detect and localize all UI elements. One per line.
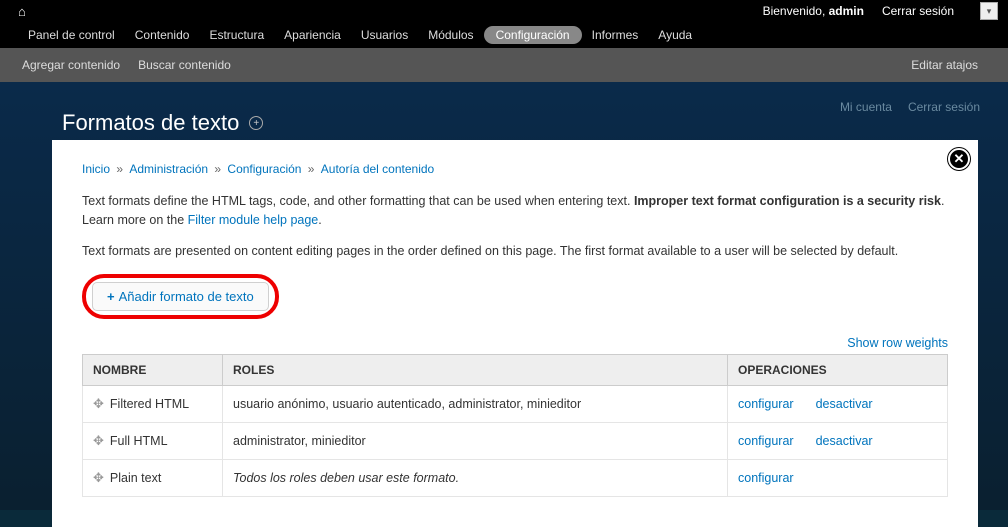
plus-icon: + xyxy=(107,289,115,304)
format-name: Plain text xyxy=(110,471,161,485)
format-roles: Todos los roles deben usar este formato. xyxy=(223,460,728,497)
close-icon[interactable]: ✕ xyxy=(948,148,970,170)
desactivar-link[interactable]: desactivar xyxy=(816,434,873,448)
show-row-weights-link[interactable]: Show row weights xyxy=(847,336,948,350)
logout-link[interactable]: Cerrar sesión xyxy=(882,4,954,18)
table-row: ✥ Filtered HTML usuario anónimo, usuario a… xyxy=(83,386,948,423)
menu-item-ayuda[interactable]: Ayuda xyxy=(648,23,702,47)
admin-menu: Panel de controlContenidoEstructuraApari… xyxy=(18,22,998,48)
chevron-down-icon[interactable]: ▾ xyxy=(980,2,998,20)
breadcrumb-link[interactable]: Autoría del contenido xyxy=(321,162,434,176)
filter-help-link[interactable]: Filter module help page xyxy=(188,213,319,227)
breadcrumb-link[interactable]: Administración xyxy=(129,162,208,176)
shortcut-bar: Agregar contenido Buscar contenido Edita… xyxy=(0,48,1008,82)
col-header-name: NOMBRE xyxy=(83,355,223,386)
plus-icon[interactable]: + xyxy=(249,116,263,130)
menu-item-apariencia[interactable]: Apariencia xyxy=(274,23,351,47)
account-links: Mi cuenta Cerrar sesión xyxy=(840,100,980,114)
menu-item-estructura[interactable]: Estructura xyxy=(199,23,274,47)
desactivar-link[interactable]: desactivar xyxy=(816,397,873,411)
col-header-roles: ROLES xyxy=(223,355,728,386)
menu-item-módulos[interactable]: Módulos xyxy=(418,23,483,47)
format-roles: administrator, minieditor xyxy=(223,423,728,460)
menu-item-configuración[interactable]: Configuración xyxy=(484,26,582,44)
configurar-link[interactable]: configurar xyxy=(738,434,794,448)
breadcrumb-separator: » xyxy=(113,162,126,176)
drag-handle-icon[interactable]: ✥ xyxy=(93,396,104,411)
edit-shortcuts-link[interactable]: Editar atajos xyxy=(911,58,978,72)
breadcrumb-separator: » xyxy=(211,162,224,176)
admin-toolbar: ⌂ Bienvenido, admin Cerrar sesión ▾ Pane… xyxy=(0,0,1008,48)
intro-paragraph-2: Text formats are presented on content ed… xyxy=(82,242,948,261)
table-row: ✥ Plain text Todos los roles deben usar es… xyxy=(83,460,948,497)
add-text-format-button[interactable]: +Añadir formato de texto xyxy=(92,282,269,311)
add-content-link[interactable]: Agregar contenido xyxy=(22,58,120,72)
breadcrumb-separator: » xyxy=(304,162,317,176)
my-account-link[interactable]: Mi cuenta xyxy=(840,100,892,114)
account-logout-link[interactable]: Cerrar sesión xyxy=(908,100,980,114)
page-title: Formatos de texto xyxy=(62,110,239,136)
home-icon[interactable]: ⌂ xyxy=(18,4,26,19)
highlight-annotation: +Añadir formato de texto xyxy=(82,274,279,319)
text-formats-table: NOMBRE ROLES OPERACIONES ✥ Filtered HTML u… xyxy=(82,354,948,497)
overlay-content: Inicio » Administración » Configuración … xyxy=(52,140,978,527)
menu-item-panel-de-control[interactable]: Panel de control xyxy=(18,23,125,47)
col-header-ops: OPERACIONES xyxy=(728,355,948,386)
breadcrumb-link[interactable]: Inicio xyxy=(82,162,110,176)
drag-handle-icon[interactable]: ✥ xyxy=(93,470,104,485)
breadcrumb: Inicio » Administración » Configuración … xyxy=(82,162,948,176)
table-row: ✥ Full HTML administrator, minieditor confi… xyxy=(83,423,948,460)
welcome-text: Bienvenido, admin xyxy=(763,4,864,18)
breadcrumb-link[interactable]: Configuración xyxy=(227,162,301,176)
configurar-link[interactable]: configurar xyxy=(738,397,794,411)
format-roles: usuario anónimo, usuario autenticado, ad… xyxy=(223,386,728,423)
format-name: Full HTML xyxy=(110,434,168,448)
find-content-link[interactable]: Buscar contenido xyxy=(138,58,231,72)
format-name: Filtered HTML xyxy=(110,397,189,411)
menu-item-informes[interactable]: Informes xyxy=(582,23,649,47)
menu-item-usuarios[interactable]: Usuarios xyxy=(351,23,418,47)
drag-handle-icon[interactable]: ✥ xyxy=(93,433,104,448)
menu-item-contenido[interactable]: Contenido xyxy=(125,23,200,47)
intro-paragraph-1: Text formats define the HTML tags, code,… xyxy=(82,192,948,230)
configurar-link[interactable]: configurar xyxy=(738,471,794,485)
